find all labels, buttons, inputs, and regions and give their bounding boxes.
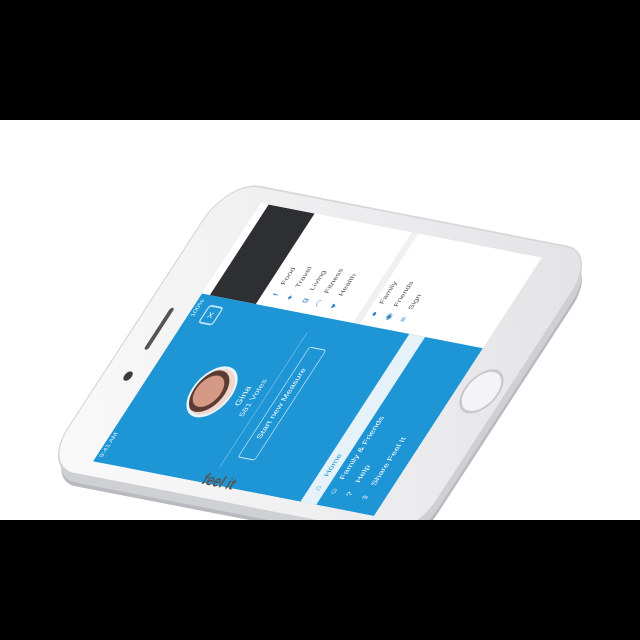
camera-icon xyxy=(121,370,135,382)
product-stage: f Food ✦ Travel g Living ◠ Fitness ♥ Hea… xyxy=(0,120,640,520)
menu-icon: ≡ xyxy=(398,316,409,323)
close-icon[interactable]: ✕ xyxy=(197,304,225,326)
phone-mockup: f Food ✦ Travel g Living ◠ Fitness ♥ Hea… xyxy=(43,181,597,520)
list-item-label: Sign xyxy=(406,293,423,311)
drawer-menu: ⌂ Home ☺ Family & Friends ? Help ⇪ Share… xyxy=(300,333,472,514)
letterbox-top xyxy=(0,0,640,120)
phone-body: f Food ✦ Travel g Living ◠ Fitness ♥ Hea… xyxy=(43,181,597,520)
share-icon: ⇪ xyxy=(359,493,372,502)
status-bar: 9:41 AM 100% xyxy=(93,293,210,463)
phone-screen: f Food ✦ Travel g Living ◠ Fitness ♥ Hea… xyxy=(93,203,542,516)
heart-icon: ♥ xyxy=(328,302,339,310)
letterbox-bottom xyxy=(0,520,640,640)
